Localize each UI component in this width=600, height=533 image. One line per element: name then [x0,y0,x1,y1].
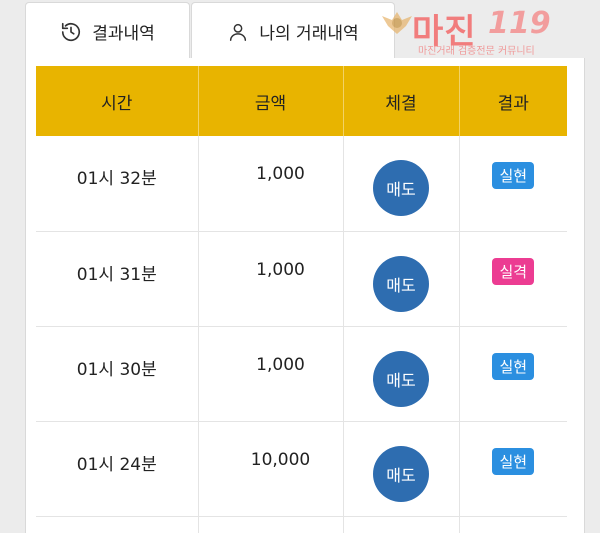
watermark-logo: 마진 119 마진거래 검증전문 커뮤니티 [378,4,588,57]
cell-amount: 1,000 [198,231,344,327]
cell-empty [343,516,460,533]
cell-exec: 매도 [343,136,460,232]
cell-exec: 매도 [343,421,460,517]
result-badge: 실현 [492,447,535,475]
sell-badge: 매도 [373,255,429,312]
table-row: 01시 32분 1,000 매도 실현 [36,136,567,232]
result-badge: 실현 [492,352,535,380]
tab-my-trades-label: 나의 거래내역 [259,24,359,44]
result-badge: 실현 [492,162,535,189]
tab-results[interactable]: 결과내역 [25,2,190,60]
wings-badge-icon [380,8,414,38]
watermark-number: 119 [488,6,551,41]
sell-badge: 매도 [373,160,429,216]
cell-amount: 1,000 [198,326,344,422]
cell-amount: 1,000 [198,136,344,232]
tab-my-trades[interactable]: 나의 거래내역 [191,2,395,60]
header-amount: 금액 [198,66,344,136]
tab-results-label: 결과내역 [92,24,155,44]
cell-empty [198,516,344,533]
cell-time: 01시 32분 [36,136,199,232]
cell-time: 01시 30분 [36,326,199,422]
cell-result: 실현 [459,326,567,422]
table-row: 01시 30분 1,000 매도 실현 [36,326,567,422]
cell-amount: 10,000 [198,421,344,517]
sell-badge: 매도 [373,445,429,502]
user-icon [227,21,249,43]
table-header-row: 시간 금액 체결 결과 [36,66,567,136]
cell-time: 01시 31분 [36,231,199,327]
header-exec: 체결 [343,66,460,136]
cell-time: 01시 24분 [36,421,199,517]
header-time: 시간 [36,66,199,136]
cell-empty [36,516,199,533]
cell-result: 실현 [459,421,567,517]
history-icon [60,21,82,43]
sell-badge: 매도 [373,350,429,407]
result-badge: 실격 [492,257,535,285]
cell-empty [459,516,567,533]
watermark-subtitle: 마진거래 검증전문 커뮤니티 [418,46,535,57]
cell-result: 실현 [459,136,567,232]
table-row: 01시 24분 10,000 매도 실현 [36,421,567,517]
cell-result: 실격 [459,231,567,327]
results-table: 시간 금액 체결 결과 01시 32분 1,000 매도 실현 01시 31분 … [36,66,567,533]
cell-exec: 매도 [343,231,460,327]
table-row: 01시 31분 1,000 매도 실격 [36,231,567,327]
results-panel: 시간 금액 체결 결과 01시 32분 1,000 매도 실현 01시 31분 … [25,58,585,533]
cell-exec: 매도 [343,326,460,422]
table-row-partial [36,516,567,533]
header-result: 결과 [459,66,567,136]
